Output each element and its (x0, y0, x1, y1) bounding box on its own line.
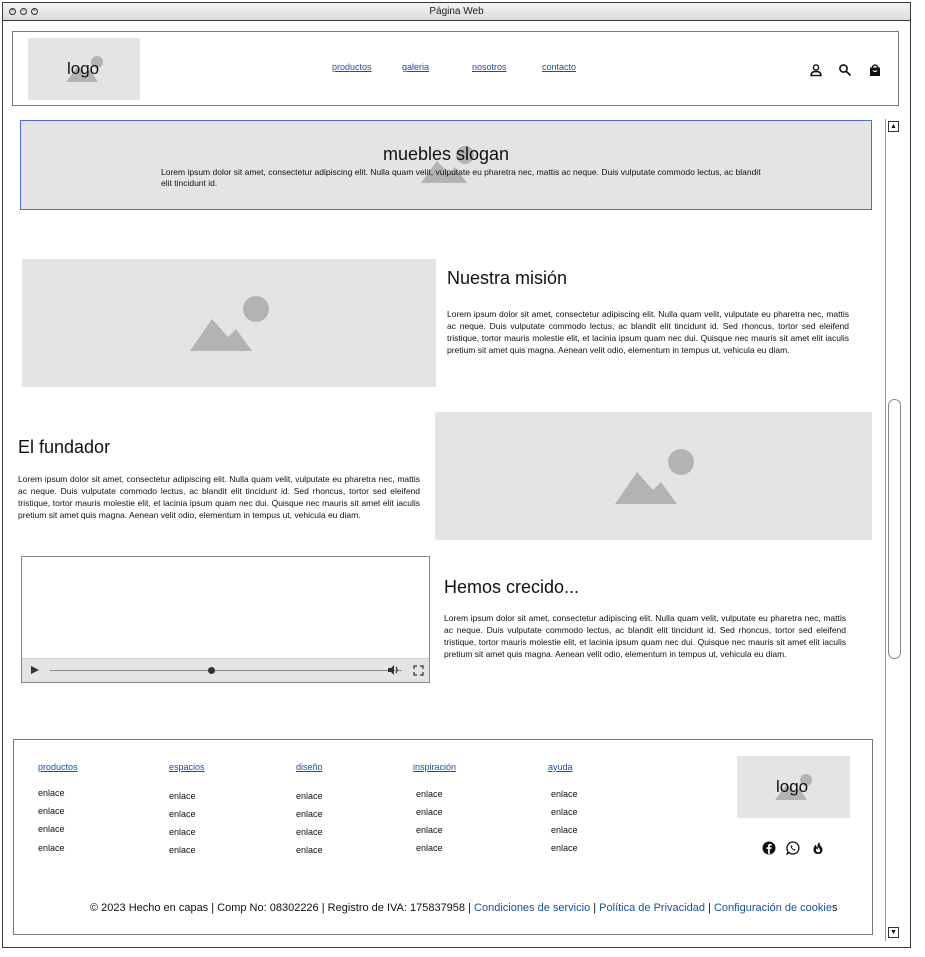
privacy-link[interactable]: Política de Privacidad (599, 902, 705, 914)
window-title: Página Web (429, 6, 484, 17)
scroll-thumb[interactable] (888, 399, 901, 659)
footer-link[interactable]: enlace (416, 825, 443, 835)
footer-link[interactable]: enlace (296, 827, 323, 837)
scroll-up-icon[interactable]: ▲ (888, 121, 899, 132)
copyright-bar: © 2023 Hecho en capas | Comp No: 0830222… (90, 902, 837, 914)
header-logo[interactable]: logo (28, 38, 140, 100)
footer-link[interactable]: enlace (169, 845, 196, 855)
title-bar: × − × Página Web (3, 3, 910, 21)
footer-link[interactable]: enlace (416, 843, 443, 853)
video-progress-track[interactable] (50, 670, 402, 671)
footer-heading-espacios[interactable]: espacios (169, 762, 205, 772)
cookie-settings-link[interactable]: Configuración de cookie (714, 902, 832, 914)
volume-icon[interactable] (387, 664, 400, 676)
footer-link[interactable]: enlace (416, 789, 443, 799)
footer-link[interactable]: enlace (551, 807, 578, 817)
footer-heading-inspiracion[interactable]: inspiración (413, 762, 456, 772)
footer-link[interactable]: enlace (296, 791, 323, 801)
fundador-title: El fundador (18, 437, 111, 457)
video-controls (22, 658, 429, 682)
search-icon[interactable] (838, 63, 852, 77)
fundador-image (435, 412, 872, 540)
footer-link[interactable]: enlace (169, 809, 196, 819)
copyright-text: © 2023 Hecho en capas | Comp No: 0830222… (90, 902, 475, 914)
hero-text: Lorem ipsum dolor sit amet, consectetur … (161, 167, 761, 188)
footer-logo[interactable]: logo (737, 756, 850, 818)
nav-link-contacto[interactable]: contacto (542, 62, 576, 72)
scroll-down-icon[interactable]: ▼ (888, 927, 899, 938)
footer-link[interactable]: enlace (38, 806, 65, 816)
separator: | (704, 902, 714, 914)
vertical-scrollbar[interactable]: ▲ ▼ (885, 119, 903, 941)
footer-link[interactable]: enlace (416, 807, 443, 817)
footer-link[interactable]: enlace (38, 788, 65, 798)
footer-link[interactable]: enlace (551, 825, 578, 835)
footer-link[interactable]: enlace (296, 809, 323, 819)
play-icon[interactable] (30, 665, 40, 675)
shopping-bag-icon[interactable] (868, 63, 882, 77)
logo-text: logo (776, 777, 809, 796)
image-placeholder-icon (615, 449, 694, 504)
nav-link-galeria[interactable]: galeria (402, 62, 429, 72)
hero-banner: muebles slogan Lorem ipsum dolor sit ame… (20, 120, 872, 210)
separator: | (590, 902, 600, 914)
video-player[interactable] (21, 556, 430, 683)
nav-link-productos[interactable]: productos (332, 62, 372, 72)
video-progress-handle[interactable] (208, 667, 215, 674)
logo-text: logo (67, 59, 100, 78)
footer-link[interactable]: enlace (551, 843, 578, 853)
footer-heading-productos[interactable]: productos (38, 762, 78, 772)
user-icon[interactable] (809, 63, 823, 77)
whatsapp-icon[interactable] (786, 841, 800, 855)
tinder-icon[interactable] (811, 841, 825, 855)
footer-link[interactable]: enlace (38, 843, 65, 853)
terms-link[interactable]: Condiciones de servicio (474, 902, 590, 914)
footer-link[interactable]: enlace (551, 789, 578, 799)
footer-link[interactable]: enlace (169, 791, 196, 801)
fundador-text: Lorem ipsum dolor sit amet, consectetur … (18, 474, 420, 520)
image-placeholder-icon (190, 296, 269, 351)
hero-title: muebles slogan (382, 144, 510, 164)
mision-image (22, 259, 436, 387)
site-header (12, 31, 899, 106)
mision-text: Lorem ipsum dolor sit amet, consectetur … (447, 309, 849, 355)
cookie-suffix: s (831, 902, 838, 914)
footer-heading-ayuda[interactable]: ayuda (548, 762, 573, 772)
fullscreen-icon[interactable] (413, 665, 424, 676)
footer-heading-diseno[interactable]: diseño (296, 762, 323, 772)
crecido-title: Hemos crecido... (444, 577, 580, 597)
nav-link-nosotros[interactable]: nosotros (472, 62, 507, 72)
footer-link[interactable]: enlace (38, 824, 65, 834)
mision-title: Nuestra misión (447, 268, 568, 288)
footer-link[interactable]: enlace (169, 827, 196, 837)
crecido-text: Lorem ipsum dolor sit amet, consectetur … (444, 613, 846, 659)
facebook-icon[interactable] (762, 841, 776, 855)
footer-link[interactable]: enlace (296, 845, 323, 855)
